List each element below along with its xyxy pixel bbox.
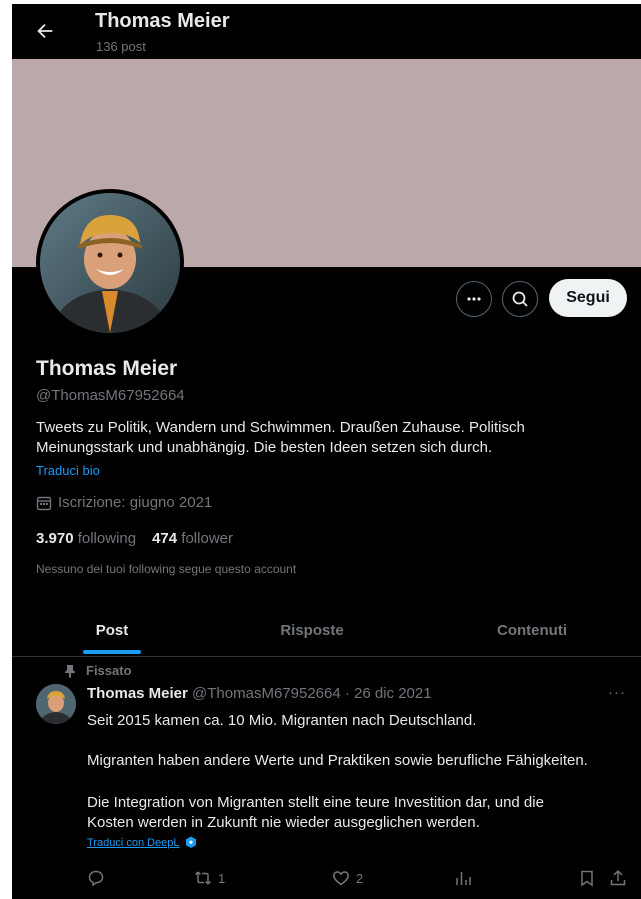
more-button[interactable] xyxy=(456,281,492,317)
bookmark-button[interactable] xyxy=(578,866,596,890)
retweet-icon xyxy=(194,871,212,885)
followers-you-know[interactable]: Nessuno dei tuoi following segue questo … xyxy=(36,562,296,576)
retweet-button[interactable]: 1 xyxy=(194,866,225,890)
tweet-text-line: Migranten haben andere Werte und Praktik… xyxy=(87,752,588,769)
following-link[interactable]: 3.970 following xyxy=(36,530,136,547)
tweet-header: Thomas Meier @ThomasM67952664 · 26 dic 2… xyxy=(87,685,432,702)
follow-button[interactable]: Segui xyxy=(549,279,627,317)
join-date: Iscrizione: giugno 2021 xyxy=(36,494,212,511)
tweet-text-line: Kosten werden in Zukunft nie wieder ausg… xyxy=(87,814,480,831)
translate-deepl-text: Traduci con DeepL xyxy=(87,836,180,849)
tab-contenuti[interactable]: Contenuti xyxy=(432,604,632,657)
tweet-meta[interactable]: @ThomasM67952664 · 26 dic 2021 xyxy=(192,685,432,702)
arrow-left-icon xyxy=(37,23,53,39)
post-count: 136 post xyxy=(96,39,146,54)
share-button[interactable] xyxy=(609,866,627,890)
following-label: following xyxy=(77,530,137,547)
bar-chart-icon xyxy=(456,872,471,885)
profile-page: Thomas Meier 136 post Segui Thomas Meier… xyxy=(12,4,641,899)
profile-handle: @ThomasM67952664 xyxy=(36,387,185,404)
followers-link[interactable]: 474 follower xyxy=(152,530,233,547)
back-button[interactable] xyxy=(34,20,56,42)
tweet-actions: 1 2 xyxy=(12,866,641,890)
like-count: 2 xyxy=(356,870,364,886)
pinned-label: Fissato xyxy=(64,663,132,678)
bio-line: Tweets zu Politik, Wandern und Schwimmen… xyxy=(36,419,525,436)
reply-icon xyxy=(88,870,104,887)
reply-button[interactable] xyxy=(87,866,105,890)
followers-count: 474 xyxy=(152,530,178,547)
join-date-text: Iscrizione: giugno 2021 xyxy=(58,494,213,511)
search-icon xyxy=(512,291,528,307)
following-count: 3.970 xyxy=(36,530,74,547)
tweet-author[interactable]: Thomas Meier xyxy=(87,685,188,702)
retweet-count: 1 xyxy=(218,870,226,886)
pin-icon xyxy=(65,664,75,678)
search-button[interactable] xyxy=(502,281,538,317)
more-icon xyxy=(467,297,481,301)
followers-label: follower xyxy=(181,530,233,547)
calendar-icon xyxy=(36,496,52,510)
profile-avatar[interactable] xyxy=(36,189,184,337)
follow-stats: 3.970 following 474 follower xyxy=(36,530,233,547)
tab-risposte[interactable]: Risposte xyxy=(212,604,412,657)
pinned-text: Fissato xyxy=(86,663,132,678)
avatar-photo xyxy=(36,684,76,724)
deepl-icon xyxy=(185,836,196,848)
avatar-photo xyxy=(40,193,180,333)
top-bar: Thomas Meier 136 post xyxy=(12,4,641,59)
profile-bio: Tweets zu Politik, Wandern und Schwimmen… xyxy=(36,418,626,458)
heart-icon xyxy=(333,871,349,886)
translate-bio-link[interactable]: Traduci bio xyxy=(36,463,100,478)
views-button[interactable] xyxy=(454,866,472,890)
bookmark-icon xyxy=(581,870,593,887)
share-icon xyxy=(610,869,626,886)
translate-deepl-link[interactable]: Traduci con DeepL xyxy=(87,836,197,849)
like-button[interactable]: 2 xyxy=(332,866,363,890)
tweet-text-line: Die Integration von Migranten stellt ein… xyxy=(87,794,544,811)
header-title: Thomas Meier xyxy=(95,10,230,32)
tweet-text-line: Seit 2015 kamen ca. 10 Mio. Migranten na… xyxy=(87,712,477,729)
bio-line: Meinungsstark und unabhängig. Die besten… xyxy=(36,439,493,456)
tweet-more-button[interactable]: ··· xyxy=(608,684,626,701)
profile-name: Thomas Meier xyxy=(36,357,178,380)
tweet-avatar[interactable] xyxy=(36,684,76,724)
active-tab-indicator xyxy=(83,650,141,654)
